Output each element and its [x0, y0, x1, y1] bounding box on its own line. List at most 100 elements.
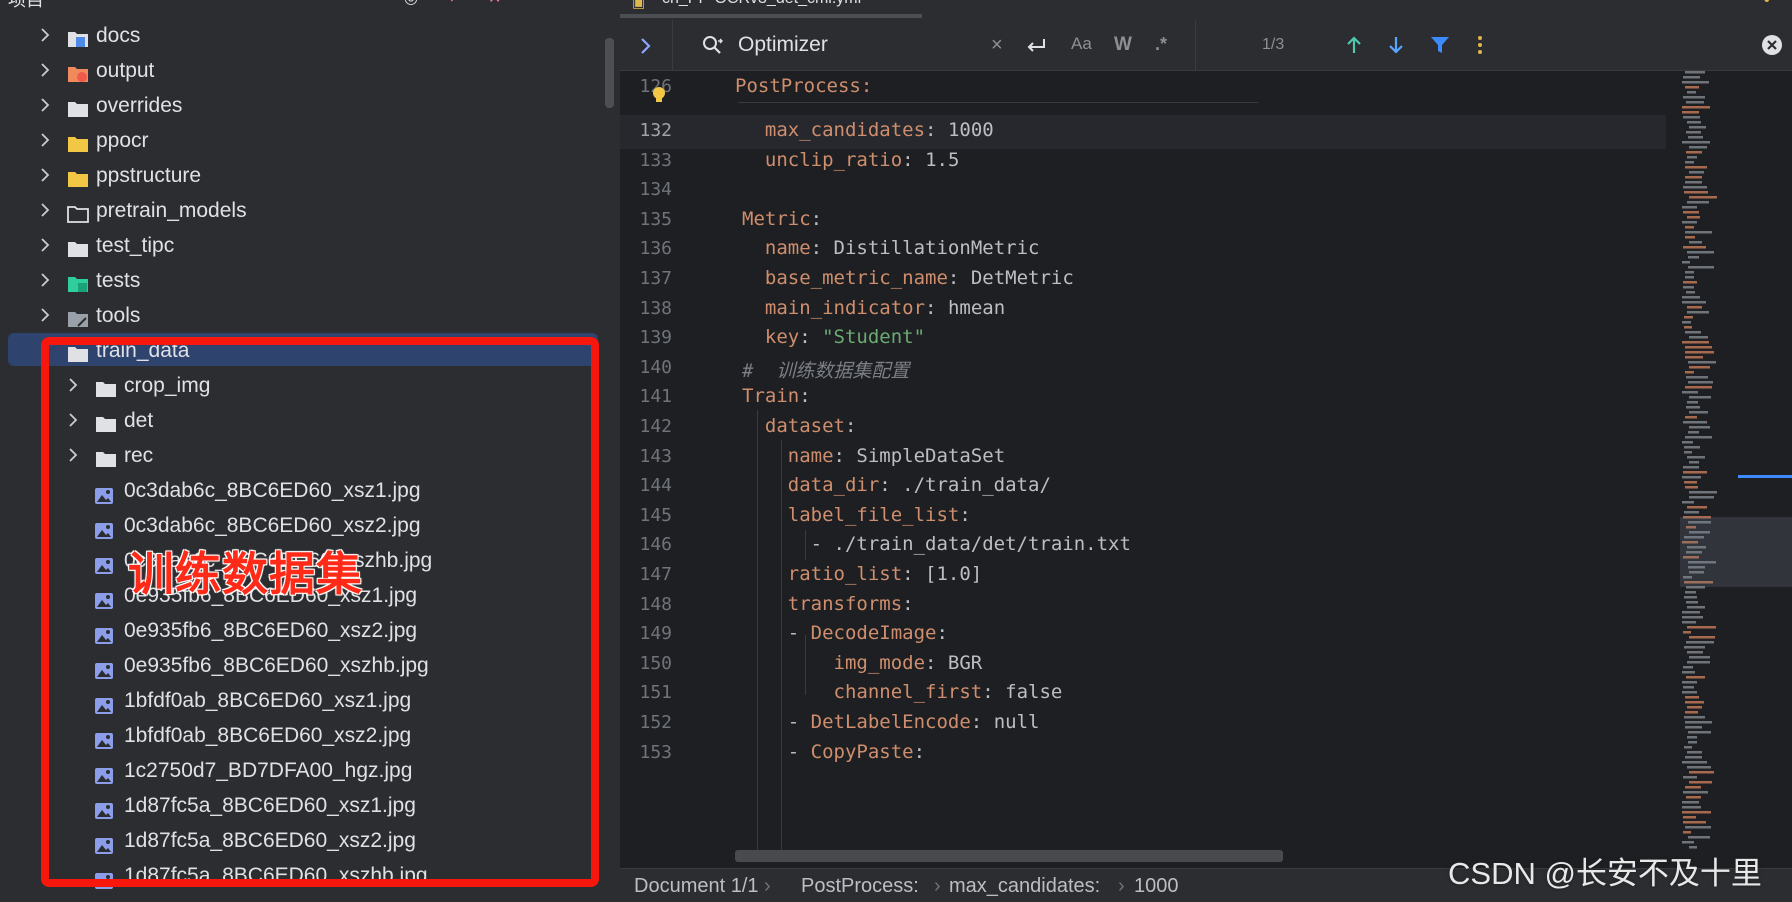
chevron-right-icon[interactable]	[38, 28, 52, 42]
collapse-icon[interactable]: ✕	[488, 0, 501, 8]
whole-words-toggle[interactable]: W	[1114, 34, 1132, 56]
tree-folder-row[interactable]: ppocr	[0, 123, 600, 158]
breadcrumb-document[interactable]: Document 1/1	[634, 869, 759, 902]
expand-icon[interactable]: ↕	[448, 0, 456, 6]
sticky-line[interactable]: PostProcess:	[735, 75, 872, 97]
code-line[interactable]: img_mode: BGR	[742, 652, 983, 674]
tree-folder-row[interactable]: pretrain_models	[0, 193, 600, 228]
find-input[interactable]: Optimizer	[738, 20, 828, 70]
chevron-right-icon[interactable]	[38, 203, 52, 217]
minimap-line	[1685, 161, 1694, 164]
code-line[interactable]: name: SimpleDataSet	[742, 445, 1005, 467]
minimap-line	[1689, 126, 1706, 129]
locate-icon[interactable]: ◎	[404, 0, 418, 8]
minimap-line	[1684, 481, 1697, 484]
line-number: 137	[639, 268, 672, 289]
breadcrumb-separator: ›	[764, 875, 771, 897]
code-line[interactable]: ratio_list: [1.0]	[742, 563, 982, 585]
minimap-line	[1684, 716, 1705, 719]
colon: :	[936, 622, 948, 644]
line-number: 133	[639, 150, 672, 171]
minimap-line	[1689, 656, 1710, 659]
minimap-line	[1689, 336, 1708, 339]
code-line[interactable]: name: DistillationMetric	[742, 237, 1040, 259]
tree-folder-row[interactable]: tools	[0, 298, 600, 333]
chevron-right-icon[interactable]	[38, 133, 52, 147]
breadcrumb-value[interactable]: 1000	[1134, 869, 1179, 902]
code-line[interactable]: dataset:	[742, 415, 857, 437]
code-line[interactable]: channel_first: false	[742, 681, 1063, 703]
previous-match-icon[interactable]	[1342, 33, 1366, 57]
find-bar: Optimizer × Aa W .* 1/3	[620, 20, 1792, 71]
chevron-right-icon[interactable]	[38, 238, 52, 252]
code-line[interactable]: main_indicator: hmean	[742, 297, 1005, 319]
chevron-right-icon[interactable]	[38, 308, 52, 322]
minimap-line	[1682, 391, 1698, 394]
tree-folder-row[interactable]: overrides	[0, 88, 600, 123]
line-number: 132	[639, 120, 672, 141]
code-line[interactable]: - DetLabelEncode: null	[742, 711, 1040, 733]
breadcrumb-postprocess[interactable]: PostProcess:	[801, 869, 919, 902]
regex-toggle[interactable]: .*	[1155, 34, 1167, 55]
minimap-line	[1682, 501, 1694, 504]
tree-folder-row[interactable]: tests	[0, 263, 600, 298]
horizontal-scrollbar[interactable]	[735, 850, 1283, 862]
code-line[interactable]: max_candidates: 1000	[742, 119, 994, 141]
code-line[interactable]: data_dir: ./train_data/	[742, 474, 1051, 496]
chevron-right-icon[interactable]	[38, 168, 52, 182]
code-line[interactable]: unclip_ratio: 1.5	[742, 149, 960, 171]
match-case-toggle[interactable]: Aa	[1071, 34, 1092, 54]
colon: :	[833, 445, 857, 467]
colon: :	[913, 741, 926, 763]
minimap-line	[1682, 206, 1697, 209]
minimap-line	[1683, 96, 1705, 99]
close-find-icon[interactable]	[1760, 33, 1784, 57]
expand-replace-icon[interactable]	[634, 34, 658, 58]
findbar-divider	[672, 20, 673, 70]
code-line[interactable]: base_metric_name: DetMetric	[742, 267, 1074, 289]
code-line[interactable]: key: "Student"	[742, 326, 925, 348]
breadcrumb-max-candidates[interactable]: max_candidates:	[949, 869, 1100, 902]
minimap-line	[1688, 381, 1713, 384]
code-line[interactable]: Metric:	[742, 208, 822, 230]
minimap-line	[1685, 166, 1707, 169]
code-line[interactable]: Train:	[742, 385, 811, 407]
minimap-line	[1688, 256, 1699, 259]
code-line[interactable]: - CopyPaste:	[742, 741, 925, 763]
options-icon[interactable]: •	[536, 0, 542, 6]
code-line[interactable]: label_file_list:	[742, 504, 971, 526]
code-line[interactable]: transforms:	[742, 593, 914, 615]
more-options-icon[interactable]	[1468, 33, 1492, 57]
editor-tab-label[interactable]: ch_PP-OCRv3_det_cml.yml	[662, 0, 861, 8]
minimap-line	[1688, 836, 1710, 839]
new-line-icon[interactable]	[1024, 33, 1048, 57]
yaml-key: Metric	[742, 208, 811, 230]
filter-icon[interactable]	[1428, 33, 1452, 57]
tree-scrollbar[interactable]	[605, 38, 614, 108]
clear-search-icon[interactable]: ×	[991, 20, 1003, 70]
code-line[interactable]: - ./train_data/det/train.txt	[742, 533, 1131, 555]
tree-folder-row[interactable]: test_tipc	[0, 228, 600, 263]
minimap-line	[1685, 756, 1702, 759]
yaml-value: 1000	[947, 119, 994, 141]
code-line[interactable]: - DecodeImage:	[742, 622, 948, 644]
minimap-line	[1688, 361, 1716, 364]
colon: :	[959, 504, 971, 526]
next-match-icon[interactable]	[1384, 33, 1408, 57]
tree-folder-row[interactable]: docs	[0, 18, 600, 53]
tree-folder-row[interactable]: ppstructure	[0, 158, 600, 193]
folder-icon	[66, 60, 90, 82]
minimap-line	[1682, 611, 1700, 614]
chevron-right-icon[interactable]	[38, 98, 52, 112]
notification-icon[interactable]: •	[1764, 0, 1770, 10]
colon: :	[902, 149, 926, 171]
tree-folder-row[interactable]: output	[0, 53, 600, 88]
code-minimap[interactable]	[1680, 71, 1792, 868]
code-line[interactable]: # 训练数据集配置	[742, 356, 909, 383]
chevron-right-icon[interactable]	[38, 63, 52, 77]
search-icon[interactable]	[700, 33, 724, 57]
chevron-right-icon[interactable]	[38, 273, 52, 287]
